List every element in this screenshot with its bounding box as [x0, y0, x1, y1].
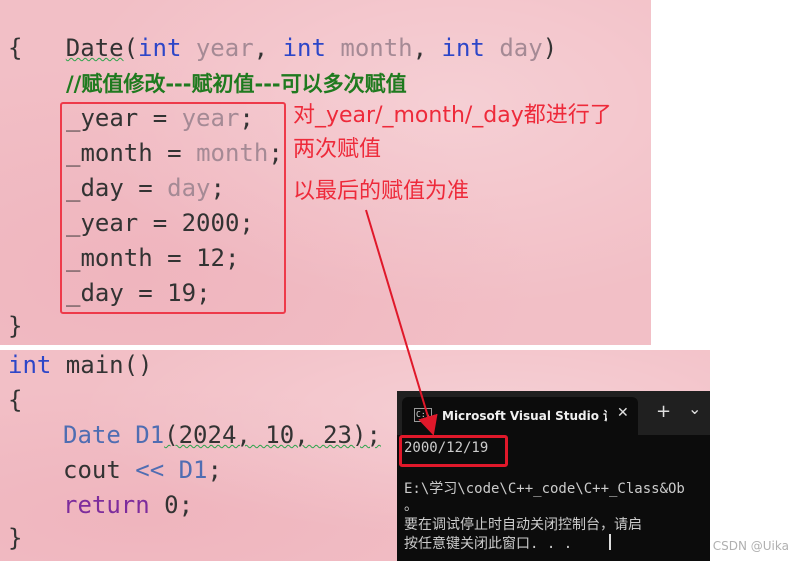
- console-icon: C:\: [414, 408, 433, 422]
- open-brace: {: [8, 34, 23, 62]
- annotation-line-3: 以最后的赋值为准: [293, 179, 470, 204]
- object-declaration: Date D1(2024, 10, 23);: [63, 421, 381, 449]
- close-icon[interactable]: ✕: [617, 405, 629, 421]
- console-message-2: 按任意键关闭此窗口. . .: [404, 536, 573, 552]
- main-close-brace: }: [8, 524, 23, 552]
- cout-statement: cout << D1;: [63, 456, 222, 484]
- text-cursor: [609, 534, 611, 550]
- output-highlight-box: [399, 435, 508, 467]
- code-comment: //赋值修改---赋初值---可以多次赋值: [66, 72, 407, 96]
- param-month: month: [325, 34, 413, 62]
- new-tab-button[interactable]: +: [656, 401, 671, 422]
- assignments-highlight-box: [60, 102, 286, 314]
- constructor-name: Date: [65, 34, 124, 62]
- console-path-line: E:\学习\code\C++_code\C++_Class&Ob: [404, 481, 685, 497]
- terminal-tab-title: Microsoft Visual Studio 调试控: [442, 409, 607, 423]
- console-message-1: 要在调试停止时自动关闭控制台，请启: [404, 517, 642, 533]
- terminal-tab[interactable]: C:\ Microsoft Visual Studio 调试控 ✕: [402, 397, 638, 435]
- top-code-panel: Date(int year, int month, int day) { //赋…: [0, 0, 651, 345]
- main-open-brace: {: [8, 386, 23, 414]
- console-window[interactable]: C:\ Microsoft Visual Studio 调试控 ✕ + ⌄ 20…: [397, 391, 710, 561]
- param-type: int: [282, 34, 326, 62]
- close-brace: }: [8, 312, 23, 340]
- param-year: year: [181, 34, 254, 62]
- chevron-down-icon[interactable]: ⌄: [688, 399, 701, 418]
- annotation-line-1: 对_year/_month/_day都进行了: [293, 103, 612, 128]
- param-type: int: [441, 34, 485, 62]
- console-dot-line: 。: [404, 498, 418, 514]
- annotation-line-2: 两次赋值: [293, 137, 382, 162]
- csdn-watermark: CSDN @Uika: [712, 539, 789, 553]
- main-signature: int main(): [8, 351, 153, 379]
- param-day: day: [484, 34, 543, 62]
- return-statement: return 0;: [63, 491, 194, 519]
- param-type: int: [138, 34, 182, 62]
